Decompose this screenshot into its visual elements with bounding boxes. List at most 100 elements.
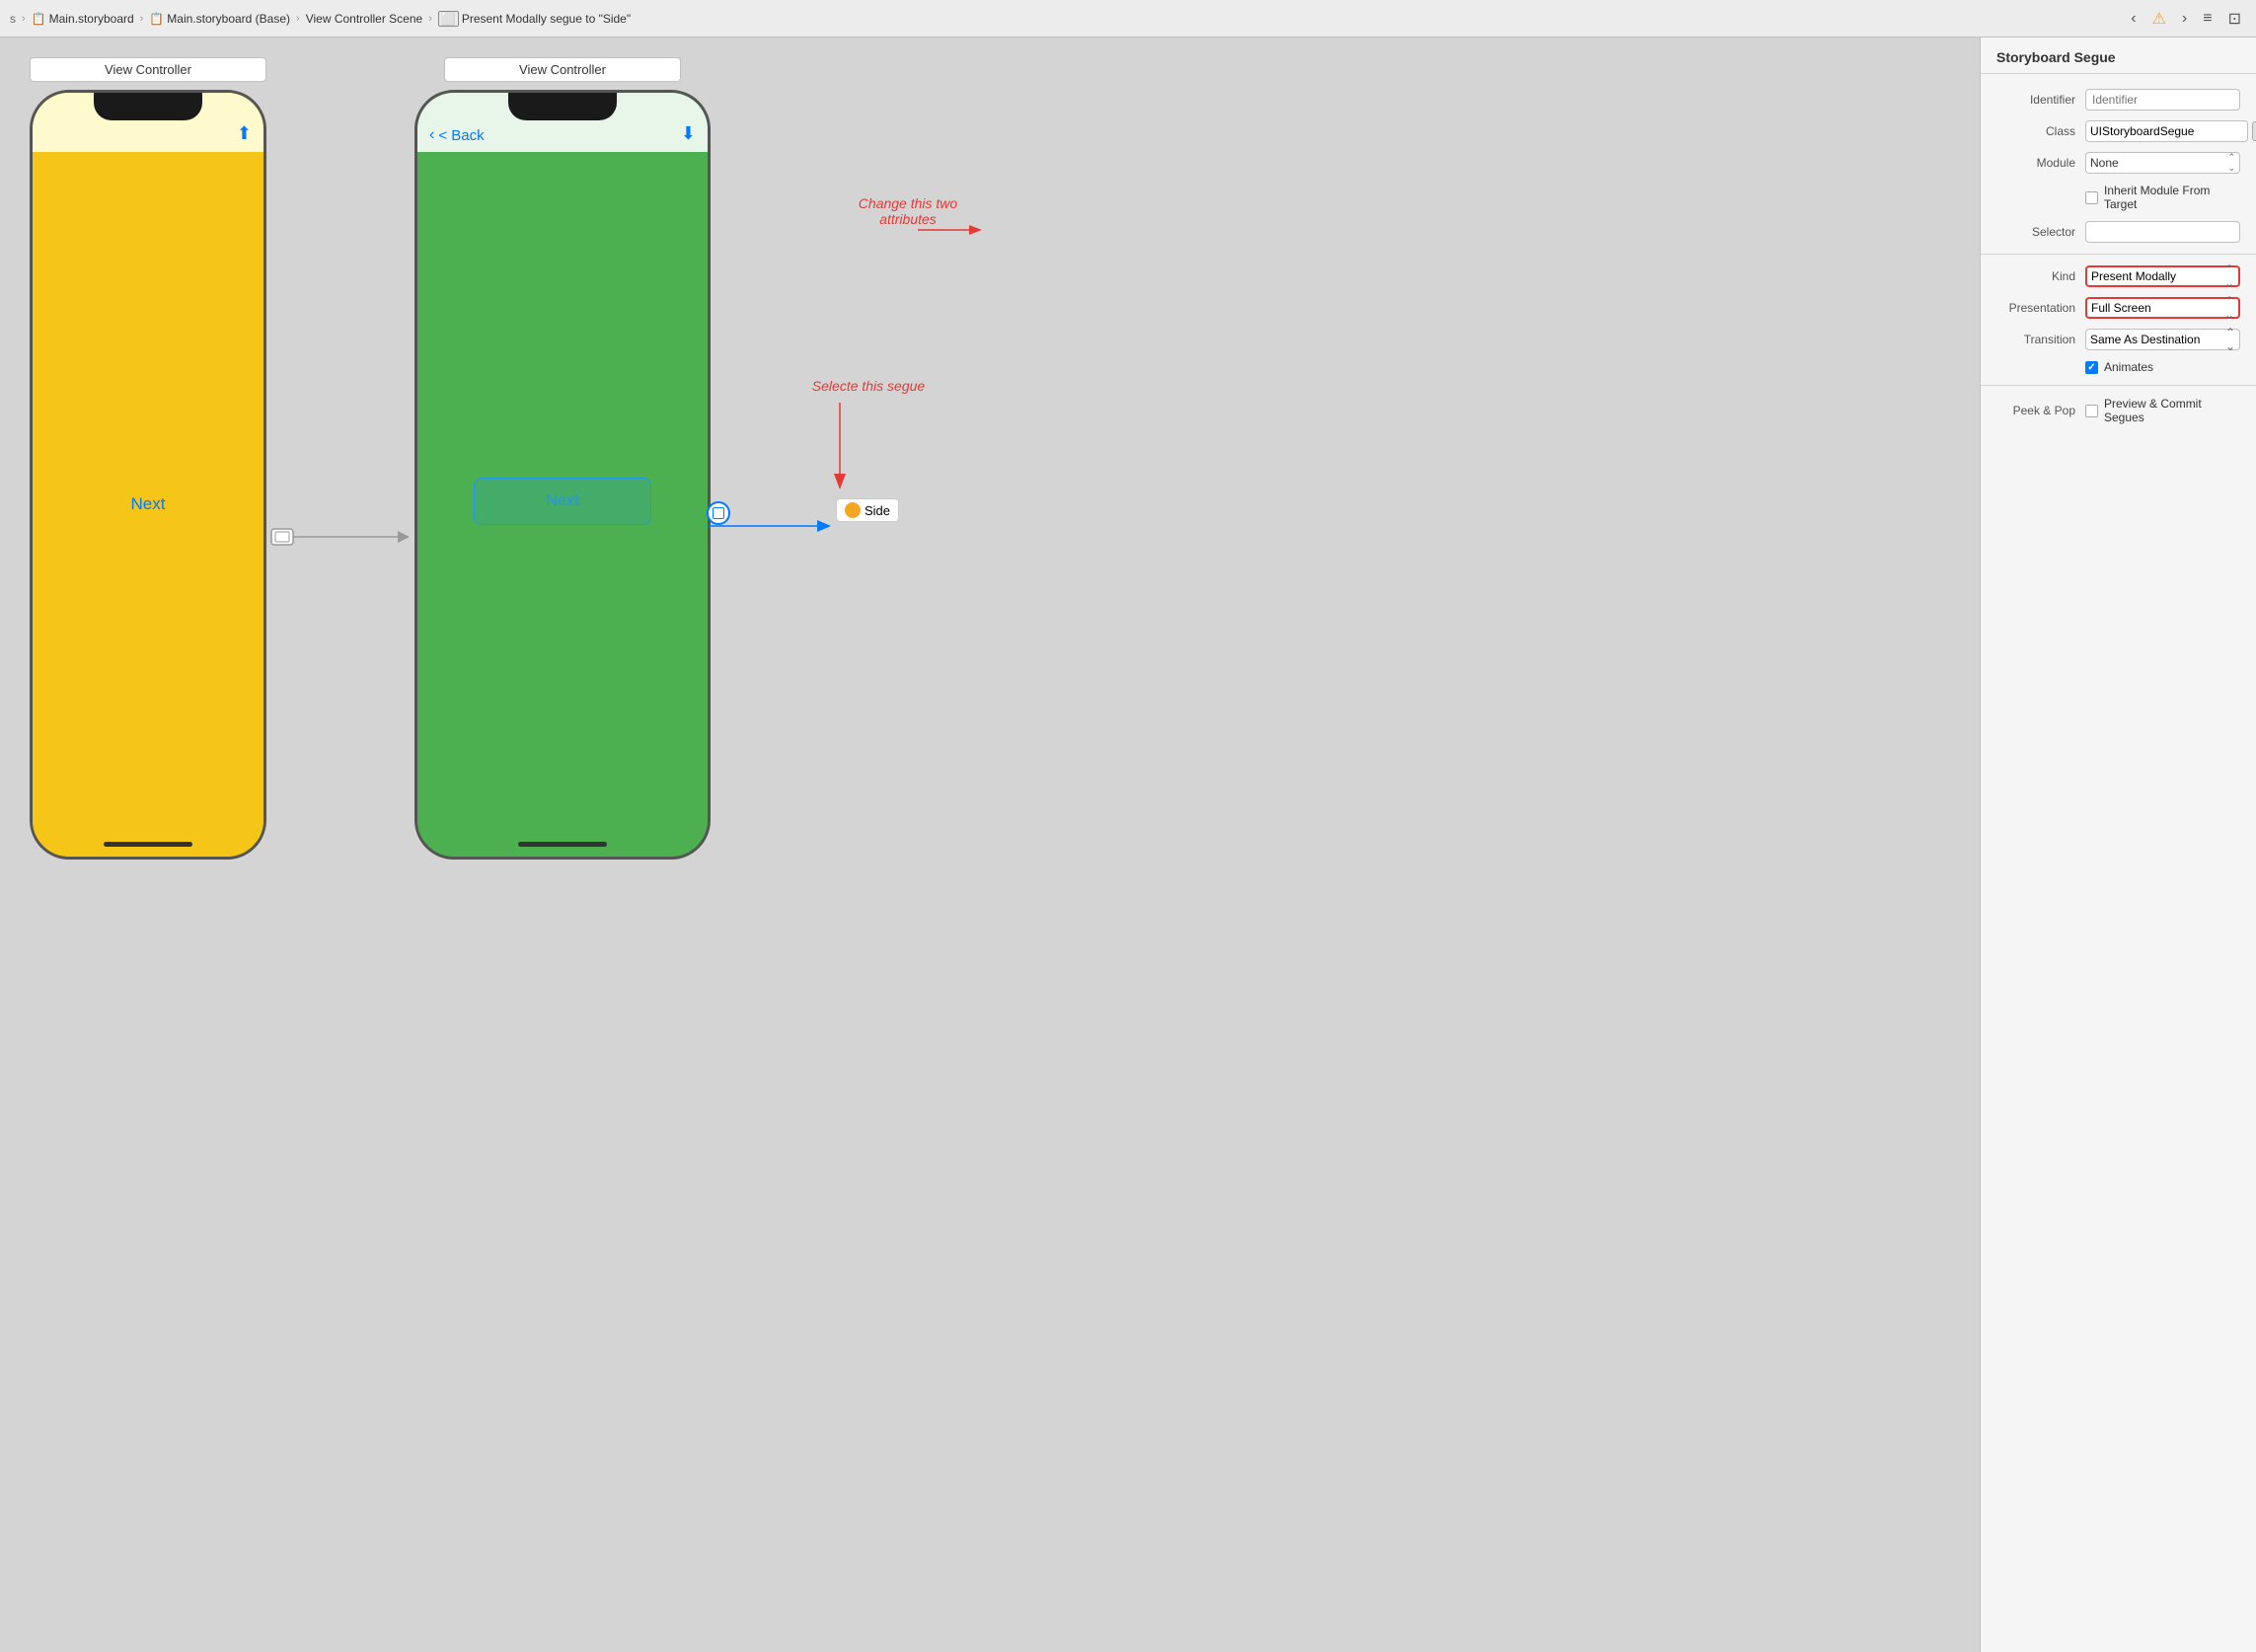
transition-row: Transition Same As Destination ⌃⌄ xyxy=(1981,324,2256,355)
breadcrumb-vc-scene[interactable]: View Controller Scene xyxy=(306,12,423,26)
yellow-phone-home-bar xyxy=(104,842,192,847)
breadcrumb-sep-2: › xyxy=(140,13,144,25)
class-row: Class ⚙ ▾ xyxy=(1981,115,2256,147)
green-next-text: Next xyxy=(547,492,579,509)
breadcrumb-storyboard-label: Main.storyboard xyxy=(49,12,134,26)
presentation-select-row: Full Screen ⌃⌄ xyxy=(2085,297,2240,319)
module-label: Module xyxy=(1996,156,2085,170)
vc2-label: View Controller xyxy=(444,57,681,82)
divider-2 xyxy=(1981,385,2256,386)
green-phone-notch xyxy=(508,93,617,120)
peek-checkbox[interactable] xyxy=(2085,405,2098,417)
breadcrumb-storyboard-base-label: Main.storyboard (Base) xyxy=(167,12,290,26)
vc-card-1: View Controller ⬆ Next xyxy=(30,57,266,860)
annotation2-arrow xyxy=(825,403,855,501)
checkmark-icon: ✓ xyxy=(2087,362,2095,373)
yellow-phone: ⬆ Next xyxy=(30,90,266,860)
green-phone-interior: ‹ < Back ⬇ Next xyxy=(417,93,708,857)
breadcrumb-storyboard-base[interactable]: 📋 Main.storyboard (Base) xyxy=(149,12,290,26)
breadcrumb-storyboard[interactable]: 📋 Main.storyboard xyxy=(32,12,134,26)
module-select[interactable]: None ⌃⌄ xyxy=(2085,152,2240,174)
class-label: Class xyxy=(1996,124,2085,138)
green-phone: ‹ < Back ⬇ Next xyxy=(414,90,711,860)
vc-arrow-connector xyxy=(271,521,429,551)
green-next-btn: Next xyxy=(474,478,651,525)
presentation-value: Full Screen xyxy=(2091,301,2151,315)
preview-label: Preview & Commit Segues xyxy=(2104,397,2240,424)
inherit-row: Inherit Module From Target xyxy=(1981,179,2256,216)
back-nav-button[interactable]: ‹ xyxy=(2126,8,2141,30)
forward-nav-button[interactable]: › xyxy=(2177,8,2192,30)
back-text: < Back xyxy=(438,127,484,144)
kind-chevron-icon: ⌃⌄ xyxy=(2224,263,2234,290)
download-icon: ⬇ xyxy=(681,123,696,144)
side-storyboard-icon xyxy=(845,502,861,518)
canvas[interactable]: View Controller ⬆ Next xyxy=(0,38,1980,1652)
peek-label: Peek & Pop xyxy=(1996,404,2085,417)
class-settings-btn[interactable]: ⚙ xyxy=(2252,121,2256,141)
side-label: Side xyxy=(865,503,890,518)
animates-checkbox[interactable]: ✓ xyxy=(2085,361,2098,374)
identifier-row: Identifier xyxy=(1981,84,2256,115)
peek-row: Peek & Pop Preview & Commit Segues xyxy=(1981,392,2256,429)
kind-select[interactable]: Present Modally ⌃⌄ xyxy=(2085,265,2240,287)
menu-button[interactable]: ≡ xyxy=(2198,8,2217,30)
transition-select-row: Same As Destination ⌃⌄ xyxy=(2085,329,2240,350)
presentation-chevron-icon: ⌃⌄ xyxy=(2224,294,2234,322)
inherit-label: Inherit Module From Target xyxy=(2104,184,2240,211)
transition-select[interactable]: Same As Destination ⌃⌄ xyxy=(2085,329,2240,350)
toolbar: s › 📋 Main.storyboard › 📋 Main.storyboar… xyxy=(0,0,2256,38)
breadcrumb-segue-label: Present Modally segue to "Side" xyxy=(462,12,631,26)
warning-button[interactable]: ⚠ xyxy=(2147,7,2171,31)
back-btn: ‹ < Back xyxy=(429,126,485,144)
breadcrumb-sep-3: › xyxy=(296,13,300,25)
module-chevron-icon: ⌃⌄ xyxy=(2227,152,2235,174)
breadcrumb-segue[interactable]: ⬜ Present Modally segue to "Side" xyxy=(438,11,631,27)
presentation-select[interactable]: Full Screen ⌃⌄ xyxy=(2085,297,2240,319)
storyboard-base-icon: 📋 xyxy=(149,12,164,26)
kind-row: Kind Present Modally ⌃⌄ xyxy=(1981,261,2256,292)
divider-1 xyxy=(1981,254,2256,255)
transition-label: Transition xyxy=(1996,333,2085,346)
animates-row: ✓ Animates xyxy=(1981,355,2256,379)
segue-icon: ⬜ xyxy=(438,11,459,27)
annotation1-arrow xyxy=(918,220,997,240)
yellow-phone-notch xyxy=(94,93,202,120)
breadcrumb-sep-4: › xyxy=(428,13,432,25)
annotation2-text: Selecte this segue xyxy=(812,378,925,394)
presentation-row: Presentation Full Screen ⌃⌄ xyxy=(1981,292,2256,324)
identifier-input[interactable] xyxy=(2085,89,2240,111)
kind-value: Present Modally xyxy=(2091,269,2176,283)
share-icon: ⬆ xyxy=(237,123,252,144)
kind-select-row: Present Modally ⌃⌄ xyxy=(2085,265,2240,287)
segue-node[interactable] xyxy=(707,501,730,525)
transition-chevron-icon: ⌃⌄ xyxy=(2225,326,2235,353)
side-destination: Side xyxy=(836,498,899,522)
storyboard-icon: 📋 xyxy=(32,12,46,26)
selector-value xyxy=(2085,221,2240,243)
class-input-row: ⚙ ▾ xyxy=(2085,120,2256,142)
main-area: View Controller ⬆ Next xyxy=(0,38,2256,1652)
selector-label: Selector xyxy=(1996,225,2085,239)
breadcrumb-sep-1: › xyxy=(22,13,26,25)
green-phone-home-bar xyxy=(518,842,607,847)
annotation-select-segue: Selecte this segue xyxy=(770,378,967,394)
kind-label: Kind xyxy=(1996,269,2085,283)
module-row: Module None ⌃⌄ xyxy=(1981,147,2256,179)
breadcrumb-s[interactable]: s xyxy=(10,12,16,26)
panel-body: Identifier Class ⚙ ▾ Module None xyxy=(1981,74,2256,1652)
right-panel: Storyboard Segue Identifier Class ⚙ ▾ xyxy=(1980,38,2256,1652)
identifier-label: Identifier xyxy=(1996,93,2085,107)
selector-input[interactable] xyxy=(2085,221,2240,243)
inherit-checkbox[interactable] xyxy=(2085,191,2098,204)
module-value: None xyxy=(2090,156,2119,170)
layout-button[interactable]: ⊡ xyxy=(2223,7,2246,31)
vc1-label: View Controller xyxy=(30,57,266,82)
class-input[interactable] xyxy=(2085,120,2248,142)
presentation-label: Presentation xyxy=(1996,301,2085,315)
panel-title: Storyboard Segue xyxy=(1996,49,2116,65)
yellow-next-text: Next xyxy=(131,494,166,514)
animates-label: Animates xyxy=(2104,360,2153,374)
back-chevron-icon: ‹ xyxy=(429,126,434,144)
yellow-phone-interior: ⬆ Next xyxy=(33,93,263,857)
